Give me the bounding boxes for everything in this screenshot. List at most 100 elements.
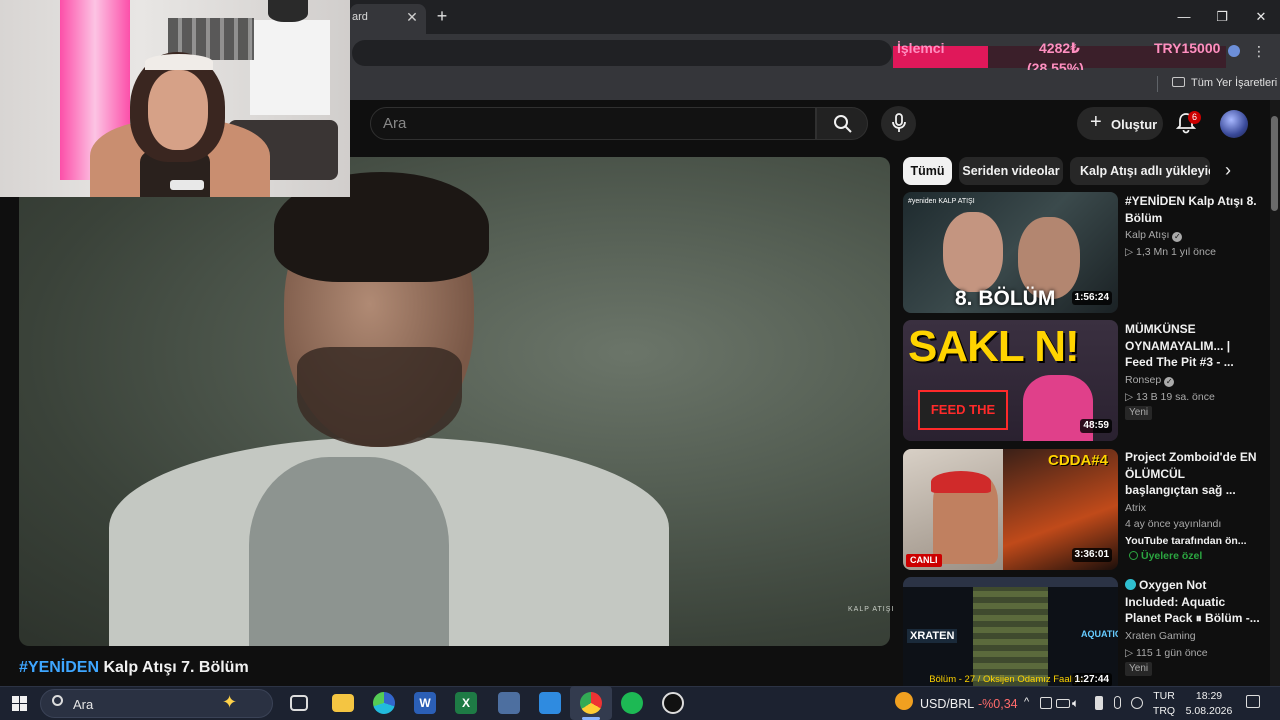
notifications-icon[interactable] xyxy=(1246,695,1260,708)
chip-all[interactable]: Tümü xyxy=(903,157,952,185)
extension-icon[interactable] xyxy=(1228,45,1240,57)
input-language[interactable]: TUR xyxy=(1150,690,1178,702)
copilot-icon[interactable]: ✦ xyxy=(222,692,237,713)
close-window-button[interactable]: ✕ xyxy=(1246,6,1276,28)
tab-title: ard xyxy=(352,11,368,23)
thumb-person-1 xyxy=(943,212,1003,292)
rec-meta-3: 4 ay önce yayınlandı xyxy=(1125,518,1222,530)
spotify-icon[interactable] xyxy=(621,692,643,714)
search-icon xyxy=(834,115,852,133)
network-icon[interactable] xyxy=(1040,697,1052,709)
voice-search-button[interactable] xyxy=(881,106,916,141)
thumb-logo: #yeniden KALP ATIŞI xyxy=(908,198,975,205)
rec-title-3[interactable]: Project Zomboid'de EN ÖLÜMCÜL başlangıçt… xyxy=(1125,449,1260,499)
rec-thumbnail-3[interactable]: CDDA#4 CANLI 3:36:01 xyxy=(903,449,1118,570)
microphone-icon xyxy=(892,113,906,132)
new-badge: Yeni xyxy=(1125,662,1153,676)
windows-start-icon[interactable] xyxy=(12,696,27,711)
chip-series-videos[interactable]: Seriden videolar xyxy=(959,157,1063,185)
volume-icon[interactable]: 🔈︎ xyxy=(1072,696,1079,711)
rec-meta-1: ▷ 1,3 Mn 1 yıl önce xyxy=(1125,246,1216,258)
thumb-game-logo: FEED THE PIT xyxy=(918,390,1008,441)
address-bar[interactable] xyxy=(352,40,892,66)
scrollbar-thumb[interactable] xyxy=(1271,116,1278,211)
video-title: #YENİDEN Kalp Atışı 7. Bölüm xyxy=(19,659,249,677)
currency-change: -%0,34 xyxy=(978,697,1018,711)
finance-widget-icon[interactable] xyxy=(895,692,913,710)
rec-channel-3[interactable]: Atrix xyxy=(1125,502,1146,514)
chevron-right-icon[interactable]: › xyxy=(1219,160,1237,181)
calculator-icon[interactable] xyxy=(498,692,520,714)
chip-uploader[interactable]: Kalp Atışı adlı yükleyici xyxy=(1070,157,1210,185)
battery-icon[interactable] xyxy=(1056,699,1070,708)
avatar[interactable] xyxy=(1220,110,1248,138)
search-input[interactable] xyxy=(370,107,816,140)
rec-title-4-text: Oxygen Not Included: Aquatic Planet Pack… xyxy=(1125,578,1260,625)
members-only-label: Üyelere özel xyxy=(1141,550,1203,562)
chrome-icon[interactable] xyxy=(580,692,602,714)
thumb-channel-logo: XRATEN xyxy=(907,629,958,643)
search-placeholder: Ara xyxy=(383,115,407,132)
webcam-overlay xyxy=(0,0,350,197)
excel-icon[interactable]: X xyxy=(455,692,477,714)
bookmarks-divider xyxy=(1157,76,1158,92)
rec-meta-2: ▷ 13 B 19 sa. önce xyxy=(1125,391,1215,403)
create-label: Oluştur xyxy=(1111,117,1158,132)
new-badge: Yeni xyxy=(1125,406,1153,420)
file-explorer-icon[interactable] xyxy=(332,694,354,712)
rec-thumbnail-4[interactable]: XRATEN AQUATIC Bölüm - 27 / Oksijen Odam… xyxy=(903,577,1118,687)
task-view-icon[interactable] xyxy=(290,695,308,711)
members-icon xyxy=(1129,551,1138,560)
duration-badge: 1:56:24 xyxy=(1071,291,1112,305)
rec-title-1[interactable]: #YENİDEN Kalp Atışı 8. Bölüm xyxy=(1125,193,1260,226)
rec-title-4[interactable]: Oxygen Not Included: Aquatic Planet Pack… xyxy=(1125,577,1260,627)
thumb-red-cap xyxy=(931,471,991,493)
duration-badge: 3:36:01 xyxy=(1071,548,1112,562)
tray-overflow-icon[interactable]: ^ xyxy=(1024,696,1029,708)
location-icon[interactable] xyxy=(1131,697,1143,709)
webcam-person-face xyxy=(148,70,208,150)
edge-icon[interactable] xyxy=(373,692,395,714)
new-tab-button[interactable]: + xyxy=(433,6,451,27)
webcam-phone xyxy=(170,180,204,190)
search-button[interactable] xyxy=(816,107,868,140)
all-bookmarks-button[interactable]: Tüm Yer İşaretleri xyxy=(1191,77,1277,89)
tab-close-icon[interactable]: ✕ xyxy=(405,9,419,26)
store-icon[interactable] xyxy=(539,692,561,714)
obs-icon[interactable] xyxy=(662,692,684,714)
notification-badge: 6 xyxy=(1188,111,1201,124)
microphone-icon[interactable] xyxy=(1114,696,1121,709)
browser-menu-icon[interactable]: ⋮ xyxy=(1252,43,1266,60)
thumb-episode-text: 8. BÖLÜM xyxy=(955,287,1056,310)
rec-meta-4: ▷ 115 1 gün önce xyxy=(1125,647,1208,659)
word-icon[interactable]: W xyxy=(414,692,436,714)
rec-thumbnail-2[interactable]: SAKL N! FEED THE PIT 48:59 xyxy=(903,320,1118,441)
thumb-dlc-logo: AQUATIC xyxy=(1081,629,1118,639)
usb-icon[interactable] xyxy=(1095,696,1103,710)
video-title-hashtag[interactable]: #YENİDEN xyxy=(19,659,99,676)
rec-channel-4[interactable]: Xraten Gaming xyxy=(1125,630,1196,642)
rec-title-2[interactable]: MÜMKÜNSE OYNAMAYALIM... | Feed The Pit #… xyxy=(1125,321,1260,371)
video-subject-shirt xyxy=(249,457,449,646)
keyboard-layout[interactable]: TRQ xyxy=(1150,705,1178,717)
channel-name: Kalp Atışı xyxy=(1125,229,1170,241)
currency-pair[interactable]: USD/BRL xyxy=(920,697,974,711)
maximize-button[interactable]: ❐ xyxy=(1207,6,1237,28)
thumb-title-text: SAKL N! xyxy=(908,322,1080,371)
duration-badge: 1:27:44 xyxy=(1071,673,1112,687)
folder-icon xyxy=(1172,77,1185,87)
video-watermark: KALP ATIŞI xyxy=(848,606,895,613)
taskbar-search-label: Ara xyxy=(73,697,94,712)
live-icon xyxy=(1125,579,1136,590)
live-badge: CANLI xyxy=(906,554,942,567)
rec-premiere-note: YouTube tarafından ön... xyxy=(1125,535,1247,547)
rec-channel-2[interactable]: Ronsep ✓ xyxy=(1125,374,1175,387)
video-player[interactable] xyxy=(19,157,890,646)
minimize-button[interactable]: — xyxy=(1169,6,1199,28)
thumb-game-map xyxy=(973,587,1048,687)
clock-time[interactable]: 18:29 xyxy=(1182,690,1236,702)
rec-channel-1[interactable]: Kalp Atışı ✓ xyxy=(1125,229,1183,242)
rec-thumbnail-1[interactable]: #yeniden KALP ATIŞI 8. BÖLÜM 1:56:24 xyxy=(903,192,1118,313)
clock-date[interactable]: 5.08.2026 xyxy=(1182,705,1236,717)
thumb-title-text: CDDA#4 xyxy=(1048,452,1109,469)
